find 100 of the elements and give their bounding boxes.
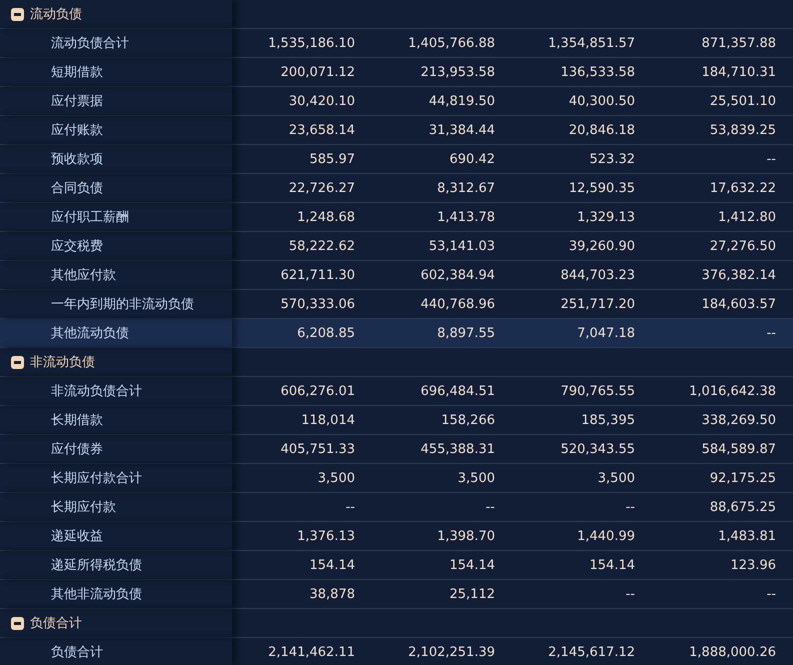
table-cell: 53,839.25: [710, 122, 776, 138]
table-cell: 871,357.88: [702, 36, 776, 50]
table-cell: 38,878: [310, 586, 355, 602]
table-row[interactable]: 长期借款 118,014 158,266 185,395 338,269.50: [0, 406, 793, 435]
table-cell: 118,014: [301, 412, 355, 428]
collapse-icon[interactable]: [11, 616, 24, 630]
table-row[interactable]: 应交税费 58,222.62 53,141.03 39,260.90 27,276.50: [0, 232, 793, 261]
table-cell: 58,222.62: [288, 238, 355, 254]
row-label: 其他流动负债: [50, 325, 129, 342]
table-cell: 7,047.18: [577, 326, 635, 340]
table-cell: 844,703.23: [560, 268, 635, 282]
table-cell: 602,384.94: [420, 268, 495, 282]
row-label: 流动负债合计: [50, 35, 129, 52]
table-cell: --: [486, 500, 495, 514]
table-cell: 154.14: [310, 558, 355, 572]
table-cell: 1,248.68: [297, 210, 355, 224]
table-cell: 1,413.78: [437, 210, 495, 224]
collapse-icon[interactable]: [11, 8, 24, 20]
table-cell: 39,260.90: [568, 238, 635, 254]
table-cell: --: [346, 500, 355, 514]
table-row[interactable]: 长期应付款合计 3,500 3,500 3,500 92,175.25: [0, 464, 793, 493]
row-label: 其他应付款: [50, 267, 116, 284]
table-cell: 12,590.35: [568, 180, 635, 196]
row-label: 递延收益: [50, 528, 103, 545]
row-label: 非流动负债合计: [50, 383, 142, 400]
table-cell: --: [626, 500, 635, 514]
row-label: 长期应付款合计: [50, 470, 142, 487]
table-cell: 184,603.57: [702, 296, 776, 312]
table-row[interactable]: 其他非流动负债 38,878 25,112 -- --: [0, 580, 793, 609]
table-cell: 6,208.85: [297, 326, 355, 340]
table-cell: 621,711.30: [280, 268, 355, 282]
table-row[interactable]: 应付账款 23,658.14 31,384.44 20,846.18 53,839.25: [0, 116, 793, 145]
table-cell: 20,846.18: [568, 122, 635, 138]
row-label: 应交税费: [50, 238, 103, 255]
table-cell: 3,500: [598, 470, 635, 486]
table-cell: 25,501.10: [710, 94, 776, 108]
table-cell: 158,266: [441, 412, 495, 428]
table-row[interactable]: 预收款项 585.97 690.42 523.32 --: [0, 145, 793, 174]
collapse-icon[interactable]: [11, 356, 24, 368]
table-row[interactable]: 长期应付款 -- -- -- 88,675.25: [0, 493, 793, 522]
table-cell: 790,765.55: [560, 384, 635, 398]
table-cell: 8,897.55: [437, 326, 495, 340]
row-label: 应付职工薪酬: [50, 209, 129, 226]
table-cell: 606,276.01: [280, 384, 355, 398]
row-label: 应付账款: [50, 122, 103, 139]
table-row[interactable]: 合同负债 22,726.27 8,312.67 12,590.35 17,632.22: [0, 174, 793, 203]
table-row[interactable]: 非流动负债合计 606,276.01 696,484.51 790,765.55 1,016,642.38: [0, 377, 793, 406]
table-cell: 1,483.81: [718, 528, 776, 544]
table-row[interactable]: 短期借款 200,071.12 213,953.58 136,533.58 184,710.31: [0, 58, 793, 87]
table-cell: 17,632.22: [710, 180, 776, 196]
table-cell: 1,535,186.10: [268, 36, 355, 50]
row-label: 短期借款: [50, 64, 103, 81]
table-row[interactable]: 流动负债合计 1,535,186.10 1,405,766.88 1,354,851.57 871,357.88: [0, 29, 793, 58]
table-cell: 8,312.67: [437, 180, 495, 196]
table-cell: 2,102,251.39: [408, 644, 495, 660]
table-row[interactable]: 应付债券 405,751.33 455,388.31 520,343.55 584,589.87: [0, 435, 793, 464]
table-cell: 53,141.03: [428, 238, 495, 254]
table-cell: 2,141,462.11: [268, 644, 355, 660]
table-cell: 25,112: [450, 586, 495, 602]
table-cell: 251,717.20: [560, 296, 635, 312]
table-cell: --: [626, 586, 635, 602]
table-cell: 213,953.58: [420, 64, 495, 80]
table-row[interactable]: 其他流动负债 6,208.85 8,897.55 7,047.18 --: [0, 319, 793, 348]
table-cell: 690.42: [450, 152, 495, 166]
row-label: 长期借款: [50, 412, 103, 429]
table-cell: 696,484.51: [420, 384, 495, 398]
table-cell: 523.32: [590, 152, 635, 166]
table-row[interactable]: 递延所得税负债 154.14 154.14 154.14 123.96: [0, 551, 793, 580]
table-cell: 1,440.99: [577, 528, 635, 544]
table-cell: 1,405,766.88: [408, 36, 495, 50]
table-cell: 440,768.96: [420, 296, 495, 312]
section-title: 流动负债: [30, 6, 82, 23]
table-row[interactable]: 应付票据 30,420.10 44,819.50 40,300.50 25,501.10: [0, 87, 793, 116]
table-cell: 27,276.50: [710, 238, 776, 254]
table-row[interactable]: 应付职工薪酬 1,248.68 1,413.78 1,329.13 1,412.80: [0, 203, 793, 232]
table-cell: 23,658.14: [288, 122, 355, 138]
table-cell: 570,333.06: [280, 296, 355, 312]
table-row[interactable]: 负债合计 2,141,462.11 2,102,251.39 2,145,617.12 1,888,000.26: [0, 638, 793, 665]
table-cell: 338,269.50: [702, 412, 776, 428]
table-row[interactable]: 其他应付款 621,711.30 602,384.94 844,703.23 376,382.14: [0, 261, 793, 290]
table-cell: 3,500: [458, 470, 495, 486]
section-title: 负债合计: [30, 615, 82, 632]
row-label: 合同负债: [50, 180, 103, 197]
table-cell: 123.96: [730, 558, 776, 572]
table-cell: 154.14: [450, 558, 495, 572]
table-cell: 40,300.50: [568, 94, 635, 108]
table-cell: 520,343.55: [560, 442, 635, 456]
table-cell: 185,395: [581, 412, 635, 428]
row-label: 应付票据: [50, 93, 103, 110]
table-cell: --: [766, 326, 776, 340]
table-cell: 405,751.33: [280, 442, 355, 456]
row-label: 递延所得税负债: [50, 557, 142, 574]
table-cell: 376,382.14: [702, 268, 776, 282]
row-label: 其他非流动负债: [50, 586, 142, 603]
row-label: 一年内到期的非流动负债: [50, 296, 194, 313]
table-row[interactable]: 递延收益 1,376.13 1,398.70 1,440.99 1,483.81: [0, 522, 793, 551]
row-label: 长期应付款: [50, 499, 116, 516]
table-cell: 92,175.25: [710, 470, 776, 486]
table-cell: 154.14: [590, 558, 635, 572]
table-cell: 2,145,617.12: [548, 644, 635, 660]
